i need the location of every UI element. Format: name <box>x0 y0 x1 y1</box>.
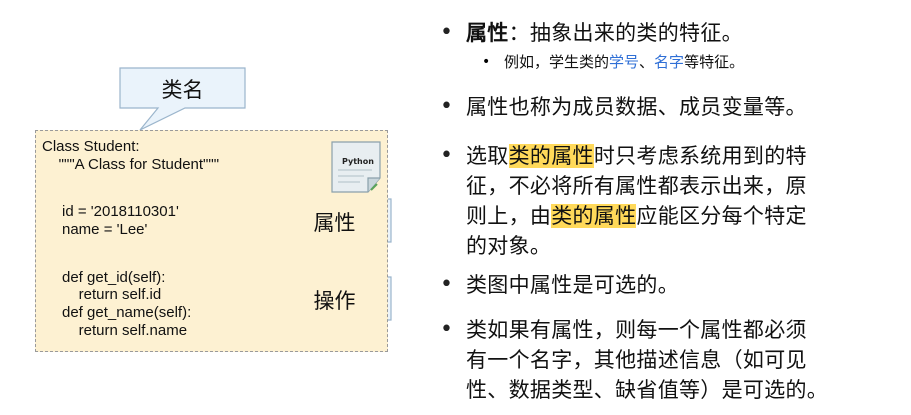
sub-bullet-text: 例如，学生类的学号、名字等特征。 <box>504 53 745 71</box>
class-diagram: 类名 属性 操作 Python Class Student: """A Clas… <box>0 0 420 415</box>
callout-class-name-label: 类名 <box>161 78 204 102</box>
code-line: """A Class for Student""" <box>42 156 220 173</box>
bullet-dot: • <box>440 272 453 297</box>
callout-attributes-label: 属性 <box>313 211 356 235</box>
bullet-text: 属性也称为成员数据、成员变量等。 <box>466 95 807 119</box>
bullet-text: 选取类的属性时只考虑系统用到的特 征，不必将所有属性都表示出来，原 则上，由类的… <box>466 144 807 258</box>
bullet-dot: • <box>440 20 453 45</box>
bullet-text: 属性：抽象出来的类的特征。 <box>466 21 743 45</box>
code-line: return self.name <box>62 322 188 339</box>
code-line: def get_id(self): <box>62 269 166 286</box>
callout-operations-label: 操作 <box>313 289 356 313</box>
code-line: Class Student: <box>42 138 140 155</box>
bullet-dot: • <box>440 317 453 342</box>
bullet-text: 类图中属性是可选的。 <box>466 273 679 297</box>
code-line: id = '2018110301' <box>62 203 179 220</box>
python-icon-label: Python <box>342 157 374 166</box>
code-line: def get_name(self): <box>62 304 192 321</box>
bullet-text: 类如果有属性，则每一个属性都必须 有一个名字，其他描述信息（如可见 性、数据类型… <box>466 318 829 402</box>
code-line: return self.id <box>62 286 162 303</box>
bullet-dot: • <box>440 143 453 168</box>
python-file-icon <box>331 141 381 193</box>
bullet-dot: • <box>440 94 453 119</box>
code-line: name = 'Lee' <box>62 221 148 238</box>
sub-bullet-dot: • <box>482 54 491 70</box>
